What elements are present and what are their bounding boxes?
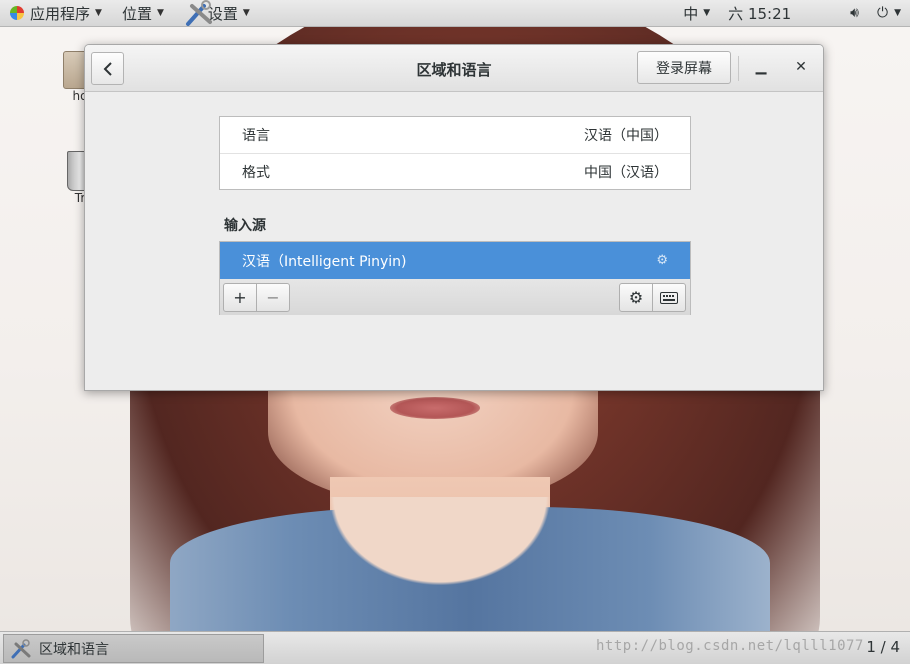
minimize-button[interactable]: ▁	[751, 59, 771, 79]
places-menu[interactable]: 位置 ▼	[112, 0, 174, 27]
chevron-down-icon: ▼	[242, 8, 250, 18]
language-label: 语言	[242, 128, 270, 144]
places-menu-label: 位置	[121, 4, 152, 23]
keyboard-icon	[660, 291, 678, 304]
taskbar-window-item[interactable]: 区域和语言	[3, 634, 264, 663]
add-input-source-button[interactable]: +	[223, 283, 257, 312]
volume-icon: 🔊︎	[850, 5, 859, 21]
applications-menu[interactable]: 应用程序 ▼	[0, 0, 112, 27]
system-menu[interactable]: ⏻ ▼	[868, 0, 910, 27]
chevron-down-icon: ▼	[703, 8, 711, 18]
plus-icon: +	[233, 288, 247, 307]
settings-tools-icon	[185, 0, 212, 26]
remove-input-source-button[interactable]: −	[256, 283, 290, 312]
header-bar: 区域和语言 登录屏幕 ▁ ✕	[85, 45, 823, 92]
power-icon: ⏻	[877, 5, 889, 21]
settings-menu[interactable]: 设置 ▼	[174, 0, 260, 27]
top-panel: 应用程序 ▼ 位置 ▼ 设置 ▼ 中 ▼ 六 15:21 🔊︎ ⏻ ▼	[0, 0, 910, 27]
show-keyboard-layout-button[interactable]	[652, 283, 686, 312]
taskbar-window-label: 区域和语言	[39, 641, 109, 658]
input-sources-list: 汉语（Intelligent Pinyin) ⚙ + − ⚙	[219, 241, 691, 315]
minimize-icon: ▁	[755, 59, 767, 75]
close-icon: ✕	[795, 59, 807, 75]
input-method-label: 中	[683, 4, 699, 23]
engine-settings-icon[interactable]: ⚙	[656, 253, 668, 268]
gear-icon: ⚙	[628, 288, 644, 307]
input-source-settings-button[interactable]: ⚙	[619, 283, 653, 312]
applications-icon	[10, 6, 24, 20]
input-method-indicator[interactable]: 中 ▼	[674, 0, 719, 27]
formats-value: 中国（汉语）	[584, 164, 668, 181]
minus-icon: −	[266, 288, 280, 307]
input-source-label: 汉语（Intelligent Pinyin)	[242, 253, 407, 270]
wallpaper-lips	[390, 397, 480, 419]
clock[interactable]: 六 15:21	[719, 0, 819, 27]
chevron-down-icon: ▼	[156, 8, 164, 18]
settings-tools-icon	[11, 638, 31, 658]
login-screen-button[interactable]: 登录屏幕	[637, 51, 731, 84]
input-sources-heading: 输入源	[224, 218, 266, 234]
volume-indicator[interactable]: 🔊︎	[841, 0, 868, 27]
bottom-panel: 区域和语言 http://blog.csdn.net/lqlll1077 1 /…	[0, 631, 910, 664]
language-row[interactable]: 语言 汉语（中国）	[220, 117, 690, 153]
header-separator	[738, 56, 739, 81]
chevron-down-icon: ▼	[95, 8, 102, 18]
input-source-item[interactable]: 汉语（Intelligent Pinyin) ⚙	[220, 242, 690, 279]
language-format-list: 语言 汉语（中国） 格式 中国（汉语）	[219, 116, 691, 190]
clock-label: 六 15:21	[728, 4, 792, 23]
formats-row[interactable]: 格式 中国（汉语）	[220, 153, 690, 189]
language-value: 汉语（中国）	[584, 128, 668, 144]
region-language-dialog: 区域和语言 登录屏幕 ▁ ✕ 语言 汉语（中国） 格式 中国（汉语） 输入源 汉…	[84, 44, 824, 391]
wallpaper-collar	[290, 497, 590, 617]
applications-menu-label: 应用程序	[30, 4, 91, 23]
watermark: http://blog.csdn.net/lqlll1077	[596, 638, 864, 654]
workspace-indicator[interactable]: 1 / 4	[866, 638, 900, 656]
formats-label: 格式	[242, 164, 270, 181]
chevron-down-icon: ▼	[894, 8, 901, 18]
input-sources-toolbar: + − ⚙	[220, 279, 690, 315]
close-button[interactable]: ✕	[791, 59, 811, 79]
